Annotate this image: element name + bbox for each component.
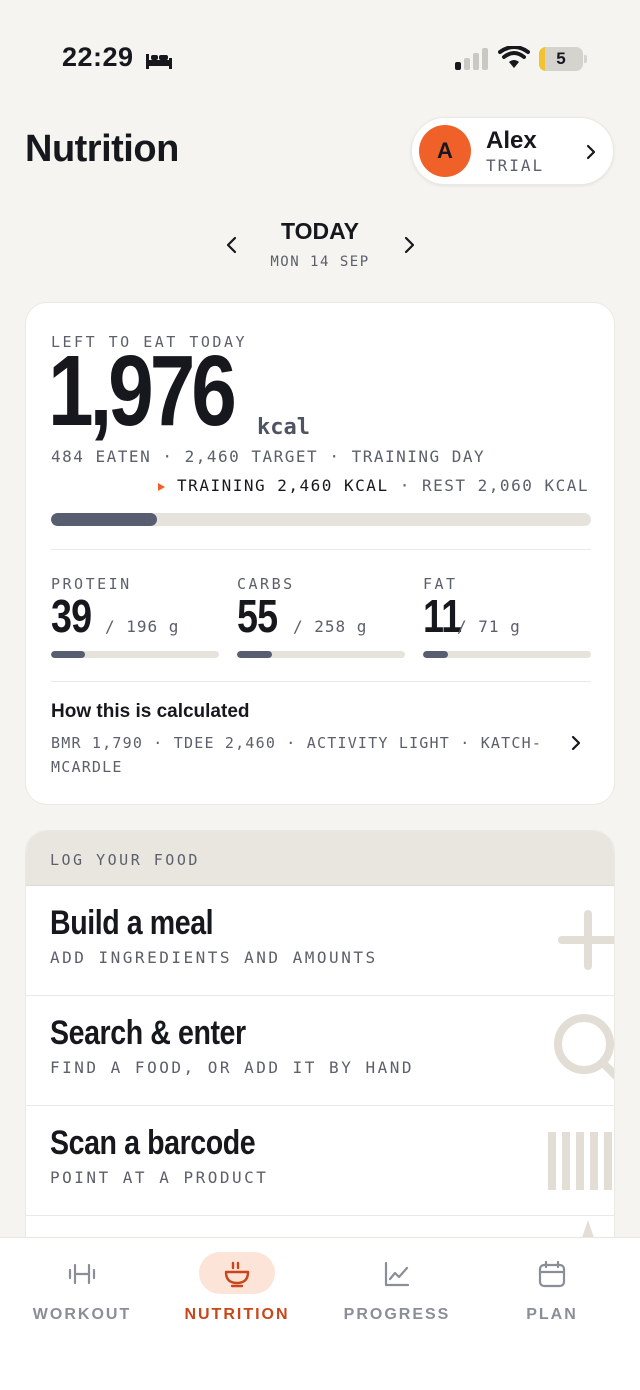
log-item-subtitle: POINT AT A PRODUCT [50, 1168, 269, 1187]
profile-name: Alex [486, 127, 537, 154]
barcode-icon [548, 1132, 612, 1190]
macro-carbs: CARBS 55 / 258 g [237, 575, 405, 665]
next-day-button[interactable] [400, 234, 418, 256]
tab-workout[interactable]: WORKOUT [0, 1238, 160, 1338]
date-subtitle: MON 14 SEP [270, 254, 370, 270]
date-title: TODAY [281, 218, 359, 244]
scan-barcode-button[interactable]: Scan a barcode POINT AT A PRODUCT [26, 1106, 614, 1216]
log-item-icon [582, 1220, 594, 1238]
day-type-line: TRAINING 2,460 KCAL · REST 2,060 KCAL [158, 476, 589, 495]
log-item-title: Search & enter [50, 1014, 246, 1052]
triangle-marker-icon [158, 482, 166, 491]
previous-day-button[interactable] [223, 234, 241, 256]
training-kcal: TRAINING 2,460 KCAL [177, 476, 389, 495]
macro-progress-bar [423, 651, 591, 658]
search-icon [554, 1014, 614, 1080]
search-food-button[interactable]: Search & enter FIND A FOOD, OR ADD IT BY… [26, 996, 614, 1106]
calculation-info-row[interactable]: How this is calculated BMR 1,790 · TDEE … [51, 701, 591, 781]
divider [51, 549, 591, 550]
tab-nutrition[interactable]: NUTRITION [155, 1238, 315, 1338]
tab-label: PLAN [526, 1306, 578, 1323]
macro-fat: FAT 11 / 71 g [423, 575, 591, 665]
macro-progress-bar [51, 651, 219, 658]
wifi-icon [498, 46, 530, 68]
dumbbell-icon [68, 1263, 96, 1285]
log-item-subtitle: FIND A FOOD, OR ADD IT BY HAND [50, 1058, 414, 1077]
macro-target: / 71 g [457, 617, 521, 636]
tab-label: NUTRITION [184, 1306, 290, 1323]
log-food-section: LOG YOUR FOOD Build a meal ADD INGREDIEN… [25, 830, 615, 1250]
status-bar: 22:29 5 [0, 40, 640, 80]
page-title: Nutrition [25, 128, 179, 170]
eaten-target-line: 484 EATEN · 2,460 TARGET · TRAINING DAY [51, 447, 486, 466]
tab-progress[interactable]: PROGRESS [315, 1238, 475, 1338]
calorie-progress-bar [51, 513, 591, 526]
log-food-header-label: LOG YOUR FOOD [50, 851, 200, 869]
calorie-summary-card: LEFT TO EAT TODAY 1,976 kcal 484 EATEN ·… [25, 302, 615, 805]
avatar: A [419, 125, 471, 177]
macro-value: 11 [423, 590, 462, 642]
battery-indicator: 5 [539, 47, 587, 71]
tab-label: PROGRESS [343, 1306, 451, 1323]
macro-target: / 258 g [293, 617, 368, 636]
calendar-icon [538, 1260, 566, 1288]
tab-plan[interactable]: PLAN [470, 1238, 630, 1338]
calculation-detail: BMR 1,790 · TDEE 2,460 · ACTIVITY LIGHT … [51, 734, 543, 776]
log-item-title: Scan a barcode [50, 1124, 256, 1162]
bottom-tab-bar: WORKOUT NUTRITION PROGRESS PLAN [0, 1237, 640, 1390]
chevron-right-icon [586, 144, 596, 160]
macro-progress-fill [237, 651, 273, 658]
chart-icon [384, 1261, 410, 1287]
profile-status: TRIAL [486, 156, 545, 175]
profile-button[interactable]: A Alex TRIAL [411, 117, 614, 185]
chevron-right-icon [571, 735, 581, 751]
plus-icon [558, 910, 614, 970]
cellular-signal-icon [455, 48, 488, 70]
calories-left-value: 1,976 [48, 335, 237, 447]
calories-unit: kcal [257, 415, 310, 440]
rest-kcal: REST 2,060 KCAL [422, 476, 589, 495]
calorie-progress-fill [51, 513, 158, 526]
macro-value: 39 [51, 590, 92, 642]
macro-progress-fill [423, 651, 449, 658]
status-time: 22:29 [62, 42, 134, 72]
macro-protein: PROTEIN 39 / 196 g [51, 575, 219, 665]
tab-label: WORKOUT [32, 1306, 132, 1323]
macro-progress-fill [51, 651, 85, 658]
log-item-subtitle: ADD INGREDIENTS AND AMOUNTS [50, 948, 378, 967]
divider [51, 681, 591, 682]
calculation-title: How this is calculated [51, 701, 250, 722]
macro-value: 55 [237, 590, 278, 642]
build-meal-button[interactable]: Build a meal ADD INGREDIENTS AND AMOUNTS [26, 886, 614, 996]
bowl-icon [224, 1261, 250, 1288]
battery-level-text: 5 [556, 49, 566, 68]
sleep-focus-icon [146, 54, 172, 69]
macro-progress-bar [237, 651, 405, 658]
log-food-header: LOG YOUR FOOD [26, 831, 614, 886]
macro-target: / 196 g [105, 617, 180, 636]
log-item-title: Build a meal [50, 904, 214, 942]
